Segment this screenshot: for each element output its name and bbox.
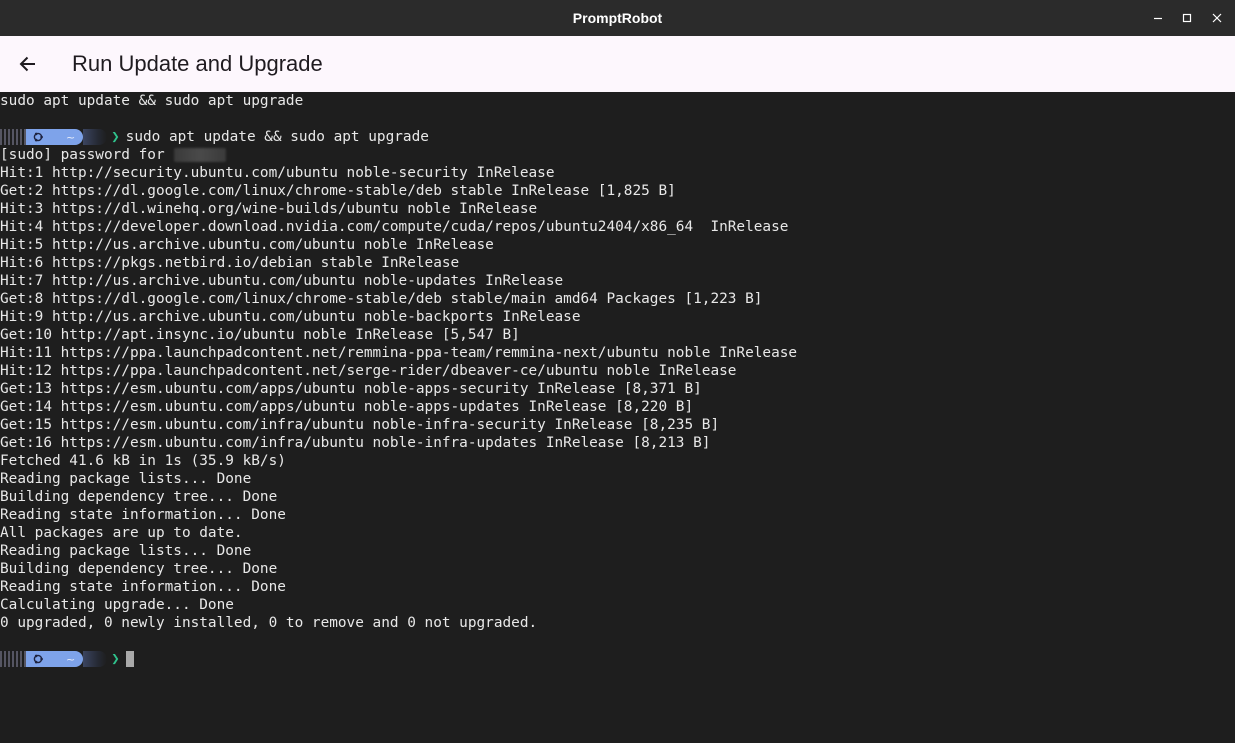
prompt-tail-segment [83,651,108,667]
output-line: Building dependency tree... Done [0,489,278,505]
prompt-chevron: ❯ [111,651,120,667]
minimize-icon[interactable] [1148,8,1168,28]
output-line: Hit:3 https://dl.winehq.org/wine-builds/… [0,201,538,217]
sudo-password-prompt: [sudo] password for [0,146,227,164]
window-title: PromptRobot [572,10,663,26]
output-line: Get:13 https://esm.ubuntu.com/apps/ubunt… [0,381,702,397]
prompt-fade-segment [0,651,26,667]
output-line: Reading state information... Done [0,579,286,595]
arrow-left-icon [19,56,35,72]
output-line: Hit:11 https://ppa.launchpadcontent.net/… [0,345,798,361]
app-bar: Run Update and Upgrade [0,36,1235,92]
prompt-fade-segment [0,129,26,145]
output-line: Hit:12 https://ppa.launchpadcontent.net/… [0,363,737,379]
prompt-directory: ~ [66,652,76,666]
page-title: Run Update and Upgrade [72,51,323,76]
output-line: Reading package lists... Done [0,471,252,487]
output-line: Hit:4 https://developer.download.nvidia.… [0,219,789,235]
output-line: Hit:5 http://us.archive.ubuntu.com/ubunt… [0,237,494,253]
output-line: Building dependency tree... Done [0,561,278,577]
terminal-cursor[interactable] [125,651,134,667]
prompt-directory: ~ [66,130,76,144]
command-echo: sudo apt update && sudo apt upgrade [0,93,304,109]
output-line: Hit:6 https://pkgs.netbird.io/debian sta… [0,255,460,271]
output-line: Get:2 https://dl.google.com/linux/chrome… [0,183,676,199]
prompt-pill: ~ [26,129,84,145]
output-line: All packages are up to date. [0,525,243,541]
output-line: Get:15 https://esm.ubuntu.com/infra/ubun… [0,417,720,433]
prompt-pill: ~ [26,651,84,667]
output-line: Get:8 https://dl.google.com/linux/chrome… [0,291,763,307]
output-line: Hit:1 http://security.ubuntu.com/ubuntu … [0,165,555,181]
window-titlebar: PromptRobot [0,0,1235,36]
output-line: Reading state information... Done [0,507,286,523]
output-line: Fetched 41.6 kB in 1s (35.9 kB/s) [0,453,286,469]
maximize-icon[interactable] [1177,8,1197,28]
prompt-chevron: ❯ [111,129,120,145]
prompt-tail-segment [83,129,108,145]
output-line: Calculating upgrade... Done [0,597,234,613]
sudo-prompt-text: [sudo] password for [0,147,174,163]
output-line: Get:10 http://apt.insync.io/ubuntu noble… [0,327,520,343]
output-line: 0 upgraded, 0 newly installed, 0 to remo… [0,615,538,631]
redacted-username [174,148,227,162]
output-line: Hit:7 http://us.archive.ubuntu.com/ubunt… [0,273,564,289]
output-line: Hit:9 http://us.archive.ubuntu.com/ubunt… [0,309,581,325]
back-button[interactable] [14,50,42,78]
output-line: Reading package lists... Done [0,543,252,559]
output-line: Get:14 https://esm.ubuntu.com/apps/ubunt… [0,399,694,415]
ubuntu-logo-icon [32,653,44,665]
shell-prompt-current: ~ ❯ [0,650,134,668]
output-line: Get:16 https://esm.ubuntu.com/infra/ubun… [0,435,711,451]
shell-prompt: ~ ❯ sudo apt update && sudo apt upgrade [0,128,429,146]
ubuntu-logo-icon [32,131,44,143]
terminal-output[interactable]: sudo apt update && sudo apt upgrade ~ ❯ … [0,92,1235,743]
prompt-command: sudo apt update && sudo apt upgrade [125,129,429,145]
close-icon[interactable] [1207,8,1227,28]
